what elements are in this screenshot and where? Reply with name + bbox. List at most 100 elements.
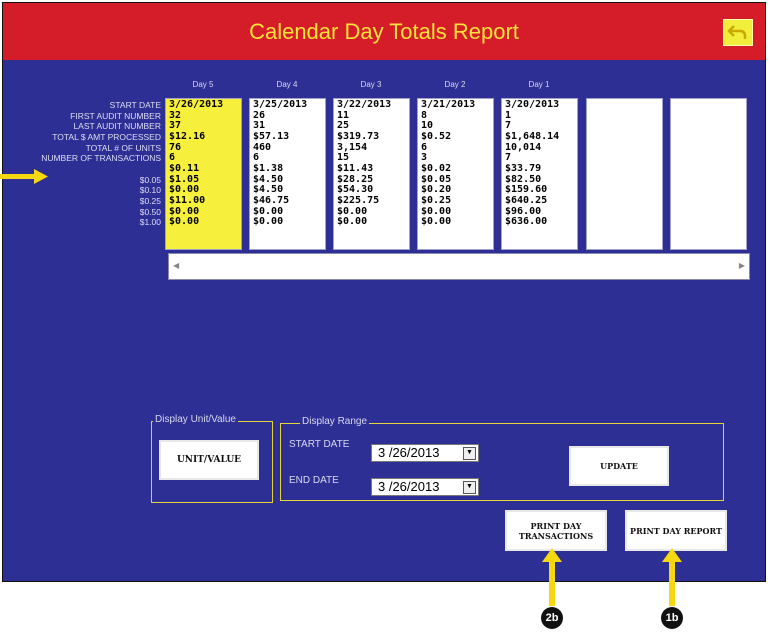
scroll-left-icon[interactable]: ◀ <box>173 261 179 270</box>
row-label: $0.25 <box>139 195 161 206</box>
window-title: Calendar Day Totals Report <box>249 19 519 44</box>
day-cell: $0.00 <box>253 206 284 217</box>
row-label: TOTAL # OF UNITS <box>85 142 161 153</box>
day-cell: 3/22/2013 <box>337 100 392 110</box>
start-date-label: START DATE <box>289 439 350 450</box>
day-cell: $46.75 <box>253 195 290 206</box>
day-cell: 25 <box>337 121 350 132</box>
day-cell: 3 <box>421 153 428 164</box>
print-day-transactions-button[interactable]: PRINT DAY TRANSACTIONS <box>505 510 607 551</box>
day-cell: $159.60 <box>505 185 548 196</box>
row-label: NUMBER OF TRANSACTIONS <box>41 153 161 164</box>
day-cell: $0.00 <box>337 217 368 228</box>
row-label: $0.05 <box>139 174 161 185</box>
day-cell: $0.05 <box>421 174 452 185</box>
callout-2b: 2b <box>541 607 563 629</box>
row-label: LAST AUDIT NUMBER <box>73 121 161 132</box>
start-date-input[interactable]: 3 /26/2013 ▼ <box>371 444 479 462</box>
day-cell: $0.00 <box>253 217 284 228</box>
day-cell: $1.05 <box>169 174 200 185</box>
day-cell: $1,648.14 <box>505 131 560 142</box>
day-cell: 7 <box>505 153 512 164</box>
day-cell: 6 <box>253 153 260 164</box>
day-cell: 76 <box>169 142 182 153</box>
start-date-value: 3 /26/2013 <box>378 445 440 460</box>
scroll-right-icon[interactable]: ▶ <box>739 261 745 270</box>
back-button[interactable] <box>723 19 753 46</box>
day-cell: 26 <box>253 110 266 121</box>
day-cell: $82.50 <box>505 174 542 185</box>
update-button[interactable]: UPDATE <box>569 446 669 486</box>
day-cell: $0.52 <box>421 131 452 142</box>
day-header: Day 2 <box>444 80 466 89</box>
end-date-value: 3 /26/2013 <box>378 479 440 494</box>
row-label: TOTAL $ AMT PROCESSED <box>52 131 161 142</box>
end-date-input[interactable]: 3 /26/2013 ▼ <box>371 478 479 496</box>
day-cell: 3/21/2013 <box>421 100 476 110</box>
unit-value-button[interactable]: UNIT/VALUE <box>159 440 259 480</box>
day-cell: 11 <box>337 110 350 121</box>
day-cell: $319.73 <box>337 131 380 142</box>
row-label: $0.10 <box>139 185 161 196</box>
day-cell: 37 <box>169 121 182 132</box>
day-cell: 31 <box>253 121 266 132</box>
day-cell: $0.02 <box>421 163 452 174</box>
day-header: Day 5 <box>192 80 214 89</box>
day-cell: $0.20 <box>421 185 452 196</box>
chevron-down-icon[interactable]: ▼ <box>463 481 476 494</box>
day-cell: 6 <box>421 142 428 153</box>
end-date-label: END DATE <box>289 475 339 486</box>
day-cell: 3,154 <box>337 142 368 153</box>
day-cell: 10 <box>421 121 434 132</box>
day-column[interactable]: 3/26/2013 32 37 $12.16 76 6 $0.11 $1.05 $0.00 $11… <box>165 98 242 250</box>
day-header: Day 4 <box>276 80 298 89</box>
day-cell: $0.00 <box>421 206 452 217</box>
day-column[interactable] <box>586 98 663 250</box>
back-arrow-icon <box>727 25 747 39</box>
day-cell: $0.00 <box>337 206 368 217</box>
day-cell: $640.25 <box>505 195 548 206</box>
day-cell: 3/25/2013 <box>253 100 308 110</box>
display-range-label: Display Range <box>300 416 370 427</box>
horizontal-scrollbar[interactable]: ◀ ▶ <box>168 253 750 280</box>
print-day-report-button[interactable]: PRINT DAY REPORT <box>625 510 727 551</box>
day-cell: $4.50 <box>253 185 284 196</box>
day-cell: 32 <box>169 110 182 121</box>
day-header: Day 3 <box>360 80 382 89</box>
day-cell: $54.30 <box>337 185 374 196</box>
pointer-arrow-icon <box>0 169 48 184</box>
report-window: Calendar Day Totals Report START DATE FIR… <box>2 2 766 582</box>
day-cell: $11.43 <box>337 163 374 174</box>
day-cell: 15 <box>337 153 350 164</box>
day-column[interactable] <box>670 98 747 250</box>
day-header: Day 1 <box>528 80 550 89</box>
day-column[interactable]: 3/22/2013 11 25 $319.73 3,154 15 $11.43 $28.25 $… <box>333 98 410 250</box>
day-cell: 8 <box>421 110 428 121</box>
day-cell: 10,014 <box>505 142 542 153</box>
day-cell: $0.00 <box>421 217 452 228</box>
day-cell: $636.00 <box>505 217 548 228</box>
day-cell: $225.75 <box>337 195 380 206</box>
day-column[interactable]: 3/20/2013 1 7 $1,648.14 10,014 7 $33.79 $82.50 $… <box>501 98 578 250</box>
day-cell: $33.79 <box>505 163 542 174</box>
day-cell: $0.25 <box>421 195 452 206</box>
day-cell: $4.50 <box>253 174 284 185</box>
day-cell: $28.25 <box>337 174 374 185</box>
day-cell: $96.00 <box>505 206 542 217</box>
day-cell: $0.00 <box>169 206 200 217</box>
day-cell: $11.00 <box>169 195 206 206</box>
callout-1b: 1b <box>661 607 683 629</box>
day-cell: 1 <box>505 110 512 121</box>
display-unit-label: Display Unit/Value <box>153 414 238 425</box>
callout-arrow-2b-icon <box>542 548 562 606</box>
day-column[interactable]: 3/21/2013 8 10 $0.52 6 3 $0.02 $0.05 $0.20 $0.25 $… <box>417 98 494 250</box>
day-cell: $0.00 <box>169 217 200 228</box>
day-cell: $57.13 <box>253 131 290 142</box>
day-cell: 7 <box>505 121 512 132</box>
day-column[interactable]: 3/25/2013 26 31 $57.13 460 6 $1.38 $4.50 $4.50 $4… <box>249 98 326 250</box>
row-label: START DATE <box>109 100 161 110</box>
day-cell: 3/20/2013 <box>505 100 560 110</box>
chevron-down-icon[interactable]: ▼ <box>463 447 476 460</box>
day-cell: 460 <box>253 142 272 153</box>
title-bar: Calendar Day Totals Report <box>3 3 765 60</box>
